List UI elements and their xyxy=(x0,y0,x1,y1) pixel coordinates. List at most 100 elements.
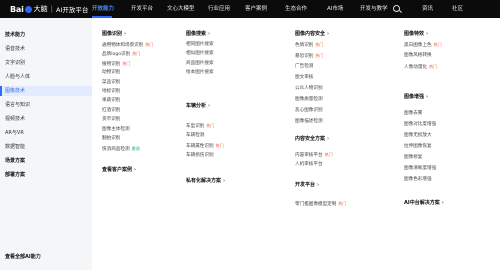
sidebar-item-scenarios[interactable]: 场景方案 xyxy=(0,156,92,166)
list-item[interactable]: 快消商品检测 邀测 xyxy=(102,145,140,153)
list-item[interactable]: 相同图片搜索 xyxy=(186,41,214,49)
logo-product-text: AI开放平台 xyxy=(56,6,89,14)
sidebar-item-arvr[interactable]: AR与VR xyxy=(0,128,92,138)
list-item[interactable]: 菜品识别 xyxy=(102,79,120,87)
baidu-ai-logo[interactable]: Bai 大脑 | AI开放平台 xyxy=(10,4,89,15)
hot-badge: 热门 xyxy=(428,64,437,69)
section-title[interactable]: 私有化解决方案 › xyxy=(186,177,225,184)
list-item[interactable]: 图像风格转换 xyxy=(404,52,432,60)
list-item[interactable]: 通用物体和场景识别 热门 xyxy=(102,41,153,49)
list-item[interactable]: 色情识别 热门 xyxy=(295,41,323,49)
logo-du-text: 大脑 xyxy=(33,5,48,13)
sidebar-item-speech[interactable]: 语音技术 xyxy=(0,44,92,54)
hot-badge: 热门 xyxy=(324,152,333,157)
section-title[interactable]: 查看客户案例 › xyxy=(102,166,136,173)
section-title[interactable]: 车辆分析 › xyxy=(186,102,210,109)
list-item[interactable]: 图文审核 xyxy=(295,74,313,82)
list-item[interactable]: 零门槛图像模型定制 热门 xyxy=(295,200,346,208)
list-item[interactable]: 车型识别 热门 xyxy=(186,122,214,130)
view-all-ai-link[interactable]: 查看全部AI能力 xyxy=(0,252,92,262)
list-item[interactable]: 相似图片搜索 xyxy=(186,50,214,58)
list-item[interactable]: 图像主体检测 xyxy=(102,126,130,134)
list-item[interactable]: 暴恐识别 热门 xyxy=(295,52,323,60)
list-item[interactable]: 车辆损伤识别 xyxy=(186,152,214,160)
chevron-right-icon: › xyxy=(426,31,429,37)
list-item[interactable]: 车辆检测 xyxy=(186,132,204,140)
sidebar-item-video[interactable]: 视频技术 xyxy=(0,114,92,124)
section-title[interactable]: 图像特效 › xyxy=(404,30,428,37)
list-item[interactable]: 人像动漫化 热门 xyxy=(404,63,437,71)
sidebar-item-face-body[interactable]: 人脸与人体 xyxy=(0,72,92,82)
list-item[interactable]: 图像修复 xyxy=(404,154,422,162)
chevron-right-icon: › xyxy=(124,31,127,37)
chevron-right-icon: › xyxy=(327,136,330,142)
hot-badge: 热门 xyxy=(315,53,324,58)
top-nav-bar: Bai 大脑 | AI开放平台 开放能力 开发平台 文心大模型 行业应用 客户案… xyxy=(0,0,500,18)
chevron-right-icon: › xyxy=(317,182,320,188)
hot-badge: 热门 xyxy=(338,201,347,206)
invite-badge: 邀测 xyxy=(131,146,140,151)
section-title[interactable]: 开发平台 › xyxy=(295,181,319,188)
sidebar-item-ocr[interactable]: 文字识别 xyxy=(0,58,92,68)
nav-item-cases[interactable]: 客户案例 xyxy=(245,0,267,18)
hot-badge: 热门 xyxy=(206,123,215,128)
chevron-right-icon: › xyxy=(208,103,211,109)
section-title[interactable]: AI中台解决方案 › xyxy=(404,199,444,206)
nav-item-community[interactable]: 社区 xyxy=(452,0,463,18)
section-title[interactable]: 图像增强 › xyxy=(404,93,428,100)
nav-item-ai-market[interactable]: AI市场 xyxy=(327,0,343,18)
section-title[interactable]: 图像内容安全 › xyxy=(295,30,329,37)
list-item[interactable]: 绘本图片搜索 xyxy=(186,69,214,77)
logo-bai-text: Bai xyxy=(10,4,24,14)
hot-badge: 热门 xyxy=(132,51,141,56)
list-item[interactable]: 植物识别 热门 xyxy=(102,60,130,68)
chevron-right-icon: › xyxy=(426,94,429,100)
chevron-right-icon: › xyxy=(223,178,226,184)
list-item[interactable]: 图像清晰度增强 xyxy=(404,165,436,173)
list-item[interactable]: 品牌logo识别 热门 xyxy=(102,50,140,58)
nav-item-dev-platform[interactable]: 开发平台 xyxy=(131,0,153,18)
list-item[interactable]: 人机审核平台 xyxy=(295,161,323,169)
list-item[interactable]: 广告检测 xyxy=(295,63,313,71)
list-item[interactable]: 商品图片搜索 xyxy=(186,60,214,68)
list-item[interactable]: 动物识别 xyxy=(102,69,120,77)
nav-item-news[interactable]: 资讯 xyxy=(422,0,433,18)
chevron-right-icon: › xyxy=(441,200,444,206)
list-item[interactable]: 图像去雾 xyxy=(404,110,422,118)
list-item[interactable]: 黑白图像上色 热门 xyxy=(404,41,442,49)
hot-badge: 热门 xyxy=(315,42,324,47)
sidebar-item-tech[interactable]: 技术能力 xyxy=(0,30,92,40)
nav-item-ecosystem[interactable]: 生态合作 xyxy=(285,0,307,18)
list-item[interactable]: 图像对比度增强 xyxy=(404,121,436,129)
list-item[interactable]: 恶心图像识别 xyxy=(295,107,323,115)
list-item[interactable]: 车辆属性识别 热门 xyxy=(186,142,224,150)
list-item[interactable]: 公众人物识别 xyxy=(295,85,323,93)
list-item[interactable]: 图像色彩增强 xyxy=(404,176,432,184)
section-title[interactable]: 图像识别 › xyxy=(102,30,126,37)
sidebar-item-data[interactable]: 数据智能 xyxy=(0,142,92,152)
list-item[interactable]: 图像无损放大 xyxy=(404,132,432,140)
section-title[interactable]: 内容安全方案 › xyxy=(295,135,329,142)
list-item[interactable]: 图像质量检测 xyxy=(295,96,323,104)
list-item[interactable]: 地标识别 xyxy=(102,88,120,96)
sidebar-item-deployment[interactable]: 部署方案 xyxy=(0,170,92,180)
sidebar-item-nlp[interactable]: 语言与知识 xyxy=(0,100,92,110)
sidebar-item-image[interactable]: 图像技术 xyxy=(0,86,92,96)
list-item[interactable]: 果蔬识别 xyxy=(102,97,120,105)
list-item[interactable]: 货币识别 xyxy=(102,116,120,124)
chevron-right-icon: › xyxy=(208,31,211,37)
logo-separator: | xyxy=(50,5,53,13)
list-item[interactable]: 拉伸图像恢复 xyxy=(404,143,432,151)
nav-item-dev-teaching[interactable]: 开发与教学 xyxy=(360,0,388,18)
list-item[interactable]: 红酒识别 xyxy=(102,107,120,115)
nav-item-wenxin[interactable]: 文心大模型 xyxy=(167,0,195,18)
list-item[interactable]: 内容审核平台 热门 xyxy=(295,151,333,159)
hot-badge: 热门 xyxy=(433,42,442,47)
search-icon[interactable] xyxy=(393,5,400,12)
list-item[interactable]: 图像描述检测 xyxy=(295,118,323,126)
hot-badge: 热门 xyxy=(215,143,224,148)
paw-icon xyxy=(24,5,32,13)
nav-item-industry[interactable]: 行业应用 xyxy=(208,0,230,18)
section-title[interactable]: 图像搜索 › xyxy=(186,30,210,37)
list-item[interactable]: 翻拍识别 xyxy=(102,135,120,143)
